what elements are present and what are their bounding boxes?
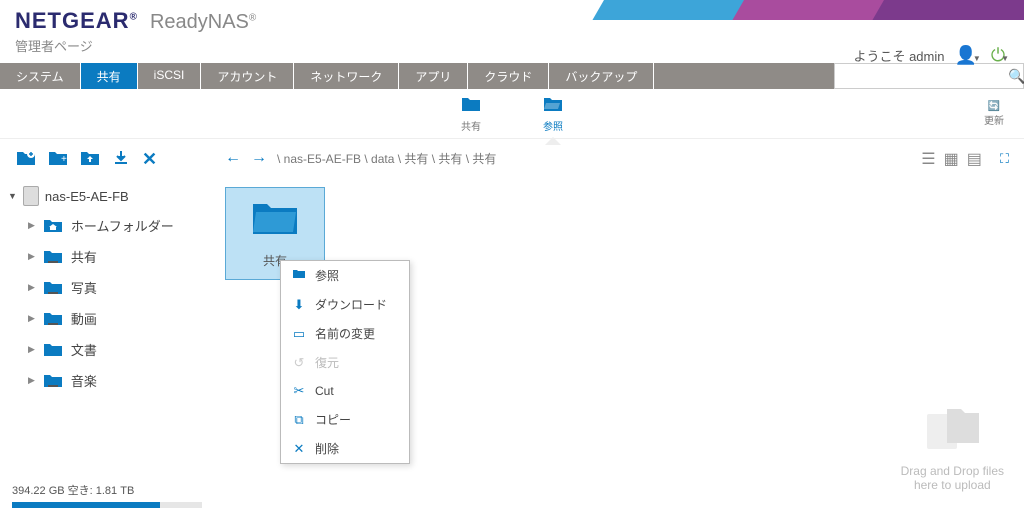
share-folder-icon [43, 249, 63, 265]
storage-fill [12, 502, 160, 508]
delete-icon[interactable]: ✕ [142, 149, 157, 172]
cut-icon: ✂ [291, 383, 307, 399]
product-name: ReadyNAS® [150, 11, 256, 34]
download-icon: ⬇ [291, 297, 307, 313]
subbar-share[interactable]: 共有 [460, 95, 482, 133]
search-icon[interactable]: 🔍 [1002, 68, 1024, 85]
folder-share-icon [460, 95, 482, 116]
ctx-download[interactable]: ⬇ ダウンロード [281, 290, 409, 319]
music-folder-icon [43, 373, 63, 389]
new-folder-icon[interactable]: + [48, 149, 68, 172]
tab-iscsi[interactable]: iSCSI [138, 63, 202, 89]
back-arrow-icon[interactable]: ← [225, 149, 241, 167]
tree-item-label: 文書 [71, 340, 97, 359]
dropzone-text-1: Drag and Drop files [901, 464, 1004, 478]
tree-item-document[interactable]: ▶ 文書 [28, 334, 202, 365]
ctx-rename[interactable]: ▭ 名前の変更 [281, 319, 409, 348]
subbar-browse[interactable]: 参照 [542, 95, 564, 133]
search-input[interactable] [835, 67, 1002, 85]
dropzone[interactable]: Drag and Drop files here to upload [901, 404, 1004, 492]
video-folder-icon [43, 311, 63, 327]
tree-item-share[interactable]: ▶ 共有 [28, 241, 202, 272]
tree-item-label: 写真 [71, 278, 97, 297]
tab-system[interactable]: システム [0, 63, 81, 89]
dropzone-text-2: here to upload [901, 478, 1004, 492]
tree-item-music[interactable]: ▶ 音楽 [28, 365, 202, 396]
document-folder-icon [43, 342, 63, 358]
dropzone-icon [901, 404, 1004, 464]
ctx-browse[interactable]: 参照 [281, 261, 409, 290]
caret-icon: ▶ [28, 251, 35, 262]
restore-icon: ↺ [291, 355, 307, 371]
tree-root-label: nas-E5-AE-FB [45, 189, 129, 204]
context-menu: 参照 ⬇ ダウンロード ▭ 名前の変更 ↺ 復元 ✂ Cut ⧉ コピー ✕ 削… [280, 260, 410, 464]
view-list-icon[interactable]: ☰ [921, 149, 935, 169]
expand-icon[interactable]: ⛶ [1000, 151, 1009, 167]
caret-icon: ▶ [28, 313, 35, 324]
tree-item-label: 動画 [71, 309, 97, 328]
browse-icon [291, 268, 307, 283]
new-share-icon[interactable] [16, 149, 36, 172]
ctx-cut[interactable]: ✂ Cut [281, 377, 409, 405]
ctx-restore: ↺ 復元 [281, 348, 409, 377]
welcome-text: ようこそ admin [853, 46, 944, 65]
search-box: 🔍 [834, 63, 1024, 89]
breadcrumb: \ nas-E5-AE-FB \ data \ 共有 \ 共有 \ 共有 [277, 150, 496, 167]
delete-icon: ✕ [291, 441, 307, 457]
download-icon[interactable] [112, 149, 130, 172]
main-tabs: システム 共有 iSCSI アカウント ネットワーク アプリ クラウド バックア… [0, 63, 1024, 89]
brand-logo: NETGEAR® [15, 8, 138, 34]
tab-apps[interactable]: アプリ [399, 63, 468, 89]
power-icon[interactable]: ⏻▼ [991, 45, 1009, 66]
tree-root[interactable]: ▼ nas-E5-AE-FB [8, 182, 202, 210]
tree-item-label: 共有 [71, 247, 97, 266]
storage-info: 394.22 GB 空き: 1.81 TB [12, 482, 202, 508]
upload-icon[interactable] [80, 149, 100, 172]
view-large-grid-icon[interactable]: ▤ [967, 149, 982, 169]
tab-shares[interactable]: 共有 [81, 63, 138, 89]
tab-network[interactable]: ネットワーク [294, 63, 399, 89]
caret-icon: ▶ [28, 220, 35, 231]
user-icon[interactable]: 👤▼ [954, 45, 980, 66]
view-small-grid-icon[interactable]: ▦ [944, 149, 959, 169]
photo-folder-icon [43, 280, 63, 296]
refresh-icon: 🔄 [988, 101, 1000, 112]
ctx-delete[interactable]: ✕ 削除 [281, 434, 409, 463]
tab-accounts[interactable]: アカウント [201, 63, 294, 89]
tree-item-video[interactable]: ▶ 動画 [28, 303, 202, 334]
svg-text:+: + [61, 154, 67, 165]
home-folder-icon [43, 218, 63, 234]
forward-arrow-icon[interactable]: → [251, 149, 267, 167]
storage-bar [12, 502, 202, 508]
caret-icon: ▼ [8, 191, 17, 201]
tree-item-home[interactable]: ▶ ホームフォルダー [28, 210, 202, 241]
decorative-banner [524, 0, 1024, 35]
ctx-copy[interactable]: ⧉ コピー [281, 405, 409, 434]
refresh-button[interactable]: 🔄 更新 [984, 101, 1004, 127]
copy-icon: ⧉ [291, 412, 307, 428]
caret-icon: ▶ [28, 282, 35, 293]
caret-icon: ▶ [28, 375, 35, 386]
tab-backup[interactable]: バックアップ [549, 63, 654, 89]
tree-item-photo[interactable]: ▶ 写真 [28, 272, 202, 303]
tab-cloud[interactable]: クラウド [468, 63, 549, 89]
folder-icon [236, 198, 314, 248]
folder-browse-icon [542, 95, 564, 116]
rename-icon: ▭ [291, 326, 307, 342]
storage-text: 394.22 GB 空き: 1.81 TB [12, 485, 134, 497]
tree-item-label: 音楽 [71, 371, 97, 390]
sidebar: + ✕ ▼ nas-E5-AE-FB ▶ ホームフォルダー ▶ 共有 [0, 139, 210, 507]
caret-icon: ▶ [28, 344, 35, 355]
nas-icon [23, 186, 39, 206]
tree-item-label: ホームフォルダー [71, 216, 174, 235]
